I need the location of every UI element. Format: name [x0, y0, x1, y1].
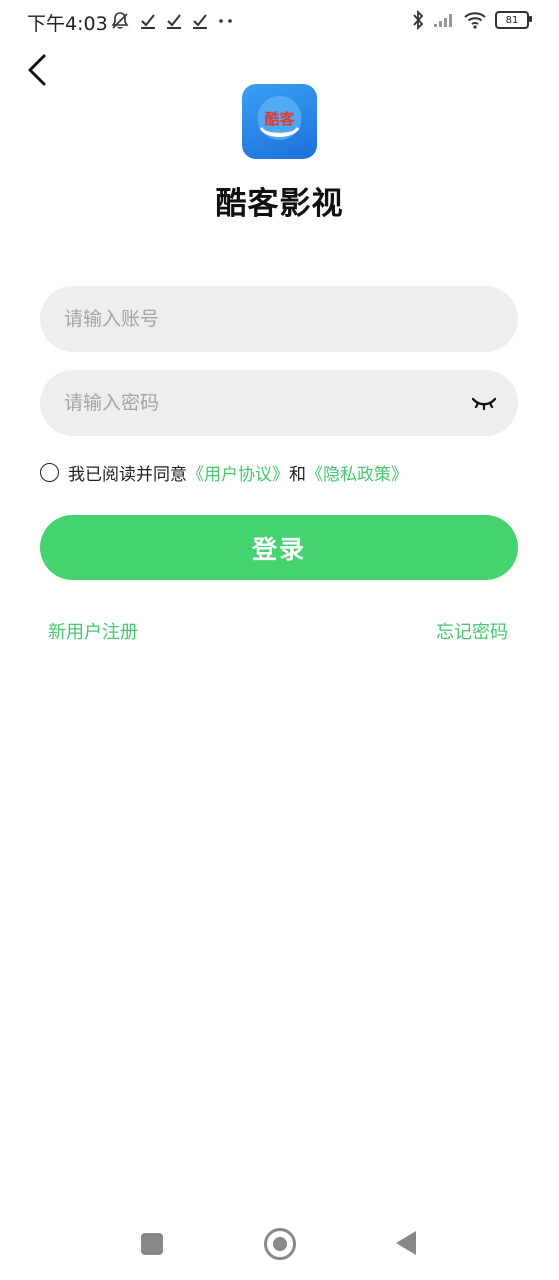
password-visibility-toggle[interactable] — [470, 390, 498, 416]
battery-icon: 81 — [495, 11, 532, 29]
back-button[interactable] — [22, 52, 58, 88]
battery-level: 81 — [505, 14, 519, 26]
user-agreement-link[interactable]: 《用户协议》 — [187, 460, 289, 485]
signal-icon — [434, 14, 452, 27]
checkmark-icon — [141, 14, 155, 29]
bluetooth-icon — [413, 10, 424, 30]
app-logo: 酷客 — [242, 84, 317, 159]
password-input[interactable] — [64, 370, 464, 436]
logo-graphic: 酷客 — [257, 96, 302, 140]
account-field[interactable] — [40, 286, 518, 352]
nav-back-button[interactable] — [396, 1231, 416, 1255]
status-time: 下午4:03 — [27, 13, 108, 35]
agreement-and: 和 — [289, 464, 306, 485]
home-button[interactable] — [264, 1228, 296, 1260]
login-button[interactable]: 登录 — [40, 515, 518, 580]
agreement-radio[interactable] — [40, 462, 59, 482]
checkmark-icon — [193, 14, 207, 29]
mute-bell-icon — [111, 12, 129, 29]
password-field[interactable] — [40, 370, 518, 436]
status-left-icons — [110, 10, 234, 32]
status-bar: 下午4:03 81 — [0, 0, 559, 40]
agreement-row: 我已阅读并同意 《用户协议》 和 《隐私政策》 — [40, 459, 408, 485]
more-dots-icon — [219, 19, 232, 23]
forgot-password-link[interactable]: 忘记密码 — [436, 618, 508, 644]
checkmark-icon — [167, 14, 181, 29]
account-input[interactable] — [64, 286, 464, 352]
eye-closed-icon — [471, 397, 497, 411]
chevron-left-icon — [28, 54, 46, 86]
system-nav-bar — [0, 1210, 559, 1280]
logo-text: 酷客 — [264, 110, 295, 128]
wifi-icon — [464, 12, 486, 29]
recents-button[interactable] — [141, 1233, 163, 1255]
privacy-policy-link[interactable]: 《隐私政策》 — [306, 460, 408, 485]
register-link[interactable]: 新用户注册 — [48, 618, 138, 644]
app-name: 酷客影视 — [215, 186, 344, 222]
agreement-prefix: 我已阅读并同意 — [68, 464, 187, 485]
status-right-icons: 81 — [411, 9, 532, 31]
